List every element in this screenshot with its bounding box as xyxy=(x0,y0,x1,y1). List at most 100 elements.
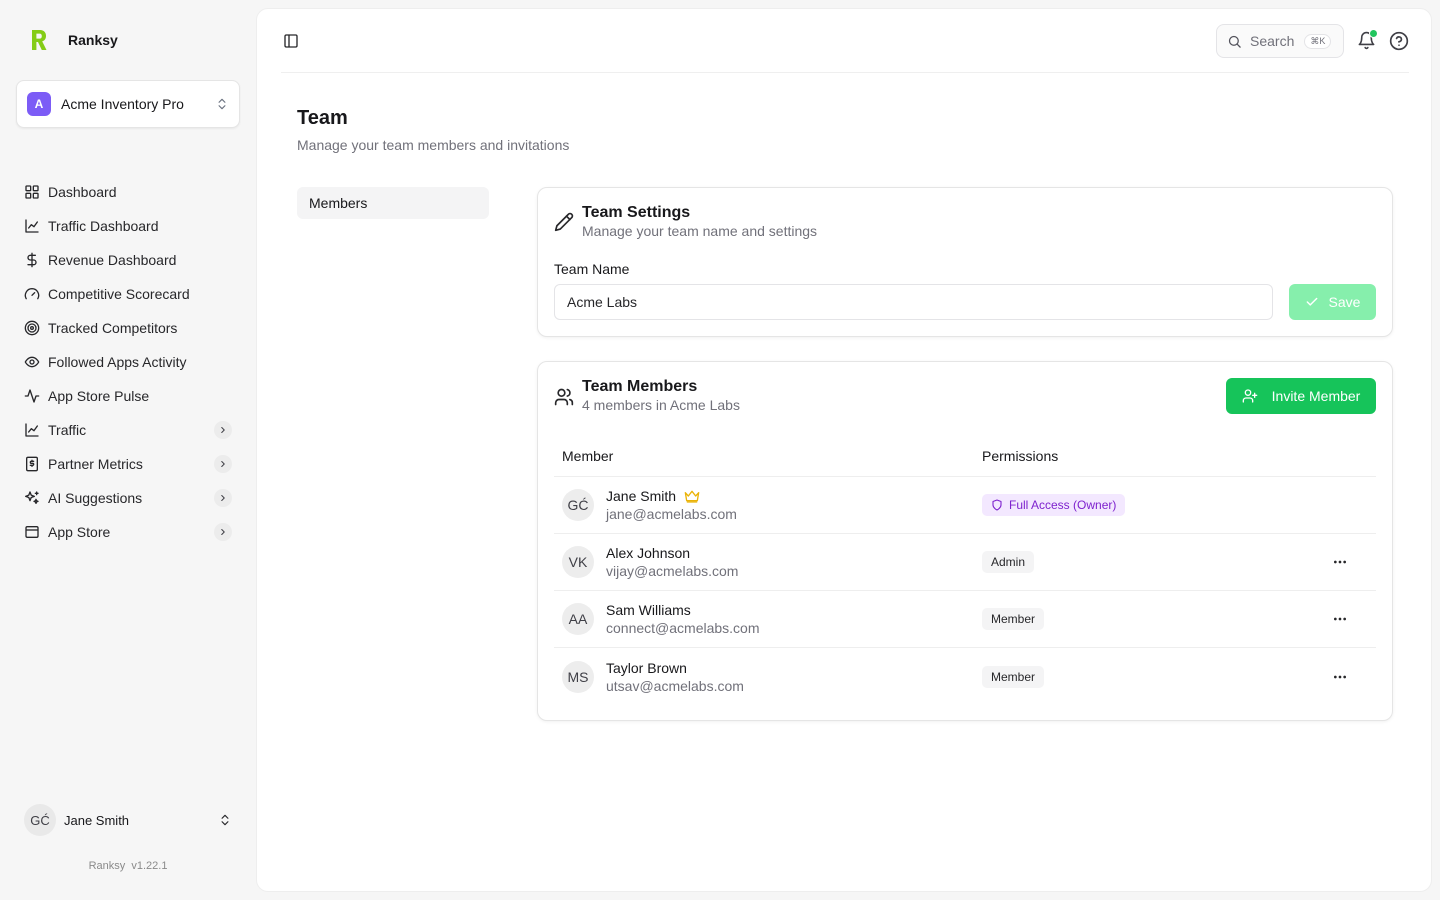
sidebar-item-followed-apps-activity[interactable]: Followed Apps Activity xyxy=(16,345,240,379)
team-name-label: Team Name xyxy=(554,261,630,277)
member-name: Alex Johnson xyxy=(606,545,691,561)
avatar: AA xyxy=(562,603,594,635)
team-members-card: Team Members 4 members in Acme Labs Invi… xyxy=(537,361,1393,721)
page-title: Team xyxy=(297,107,348,129)
sidebar-item-label: App Store Pulse xyxy=(48,388,150,404)
sidebar-item-label: Followed Apps Activity xyxy=(48,354,187,370)
gauge-icon xyxy=(24,288,40,300)
sidebar-item-label: AI Suggestions xyxy=(48,490,143,506)
search-shortcut: ⌘K xyxy=(1304,33,1332,49)
sidebar-item-label: Revenue Dashboard xyxy=(48,252,177,268)
main-panel: Search ⌘K Team Manage your team members … xyxy=(256,8,1432,892)
chevron-right-icon[interactable] xyxy=(214,421,232,439)
member-cell: AA Sam Williams connect@acmelabs.com xyxy=(554,602,982,636)
sidebar-item-traffic[interactable]: Traffic xyxy=(16,413,240,447)
app-version: Ranksy v1.22.1 xyxy=(88,860,168,872)
avatar: MS xyxy=(562,660,594,693)
sidebar-item-partner-metrics[interactable]: Partner Metrics xyxy=(16,447,240,481)
sidebar-item-revenue-dashboard[interactable]: Revenue Dashboard xyxy=(16,243,240,277)
chevron-right-icon[interactable] xyxy=(214,455,232,473)
row-actions-button[interactable] xyxy=(1322,550,1358,574)
card-title: Team Members xyxy=(582,378,698,395)
row-actions-button[interactable] xyxy=(1322,607,1358,631)
browser-icon xyxy=(25,526,39,538)
sidebar-item-app-store[interactable]: App Store xyxy=(16,515,240,549)
row-actions-button[interactable] xyxy=(1322,665,1358,689)
permission-cell: Admin xyxy=(982,551,1322,573)
receipt-icon xyxy=(26,456,38,472)
permission-cell: Member xyxy=(982,665,1322,688)
pulse-icon xyxy=(24,389,40,403)
permission-badge: Member xyxy=(982,665,1045,688)
grid-icon xyxy=(25,185,39,199)
save-label: Save xyxy=(1328,294,1361,310)
sidebar-item-label: App Store xyxy=(48,524,111,540)
sidebar-toggle-icon[interactable] xyxy=(283,33,299,49)
member-cell: VK Alex Johnson vijay@acmelabs.com xyxy=(554,545,982,579)
pencil-icon xyxy=(554,212,574,232)
shield-icon xyxy=(992,499,1002,511)
more-horizontal-icon xyxy=(1334,675,1346,678)
org-avatar: A xyxy=(27,92,51,116)
user-menu[interactable]: GĆ Jane Smith xyxy=(16,800,240,840)
sidebar: Ranksy A Acme Inventory Pro Dashboard Tr… xyxy=(0,0,256,900)
chart-line-icon xyxy=(25,423,39,437)
sidebar-item-label: Dashboard xyxy=(48,184,117,200)
sidebar-item-ai-suggestions[interactable]: AI Suggestions xyxy=(16,481,240,515)
table-row: GĆ Jane Smith jane@acmelabs.com Full Acc… xyxy=(554,477,1376,534)
permission-badge: Admin xyxy=(982,551,1035,573)
search-icon xyxy=(1228,35,1241,48)
chevron-right-icon[interactable] xyxy=(214,489,232,507)
permission-cell: Full Access (Owner) xyxy=(982,494,1376,516)
sidebar-nav: Dashboard Traffic Dashboard Revenue Dash… xyxy=(16,175,240,549)
sidebar-item-label: Competitive Scorecard xyxy=(48,286,190,302)
card-title: Team Settings xyxy=(582,204,691,221)
member-email: connect@acmelabs.com xyxy=(606,620,760,636)
chevron-right-icon[interactable] xyxy=(214,523,232,541)
sidebar-item-label: Partner Metrics xyxy=(48,456,143,472)
sidebar-item-competitive-scorecard[interactable]: Competitive Scorecard xyxy=(16,277,240,311)
search-button[interactable]: Search ⌘K xyxy=(1216,24,1344,58)
team-settings-card: Team Settings Manage your team name and … xyxy=(537,187,1393,337)
sidebar-item-dashboard[interactable]: Dashboard xyxy=(16,175,240,209)
save-button[interactable]: Save xyxy=(1289,284,1376,320)
dollar-icon xyxy=(27,252,37,268)
members-table: Member Permissions GĆ Jane Smith jane@ac… xyxy=(554,436,1376,705)
crown-icon xyxy=(684,490,700,503)
check-icon xyxy=(1306,297,1317,306)
chevrons-up-down-icon xyxy=(218,98,226,110)
invite-label: Invite Member xyxy=(1271,388,1361,404)
org-switcher[interactable]: A Acme Inventory Pro xyxy=(16,80,240,128)
member-email: utsav@acmelabs.com xyxy=(606,677,744,694)
column-header-permissions: Permissions xyxy=(982,448,1059,464)
user-name: Jane Smith xyxy=(64,812,130,828)
invite-member-button[interactable]: Invite Member xyxy=(1226,378,1376,414)
permission-label: Full Access (Owner) xyxy=(1009,498,1117,512)
user-plus-icon xyxy=(1242,389,1257,403)
sidebar-item-tracked-competitors[interactable]: Tracked Competitors xyxy=(16,311,240,345)
team-name-input[interactable] xyxy=(554,284,1273,320)
member-cell: GĆ Jane Smith jane@acmelabs.com xyxy=(554,488,982,522)
org-name: Acme Inventory Pro xyxy=(61,96,184,112)
column-header-member: Member xyxy=(562,448,614,464)
avatar: GĆ xyxy=(24,804,56,836)
sidebar-item-traffic-dashboard[interactable]: Traffic Dashboard xyxy=(16,209,240,243)
member-email: vijay@acmelabs.com xyxy=(606,563,739,579)
page-subtitle: Manage your team members and invitations xyxy=(297,137,570,153)
table-row: VK Alex Johnson vijay@acmelabs.com Admin xyxy=(554,534,1376,591)
card-subtitle: Manage your team name and settings xyxy=(582,223,818,239)
notification-dot xyxy=(1369,29,1378,38)
member-name: Jane Smith xyxy=(606,488,737,504)
sidebar-item-app-store-pulse[interactable]: App Store Pulse xyxy=(16,379,240,413)
permission-badge: Member xyxy=(982,608,1045,630)
help-circle-icon[interactable] xyxy=(1389,31,1409,51)
table-row: MS Taylor Brown utsav@acmelabs.com Membe… xyxy=(554,648,1376,705)
brand[interactable]: Ranksy xyxy=(30,28,118,52)
sidebar-item-label: Traffic Dashboard xyxy=(48,218,159,234)
permission-badge: Full Access (Owner) xyxy=(982,494,1126,516)
subnav-item-members[interactable]: Members xyxy=(297,187,489,219)
brand-name: Ranksy xyxy=(68,32,118,48)
card-subtitle: 4 members in Acme Labs xyxy=(582,397,740,413)
member-name-text: Jane Smith xyxy=(606,488,677,504)
member-name: Sam Williams xyxy=(606,602,691,618)
